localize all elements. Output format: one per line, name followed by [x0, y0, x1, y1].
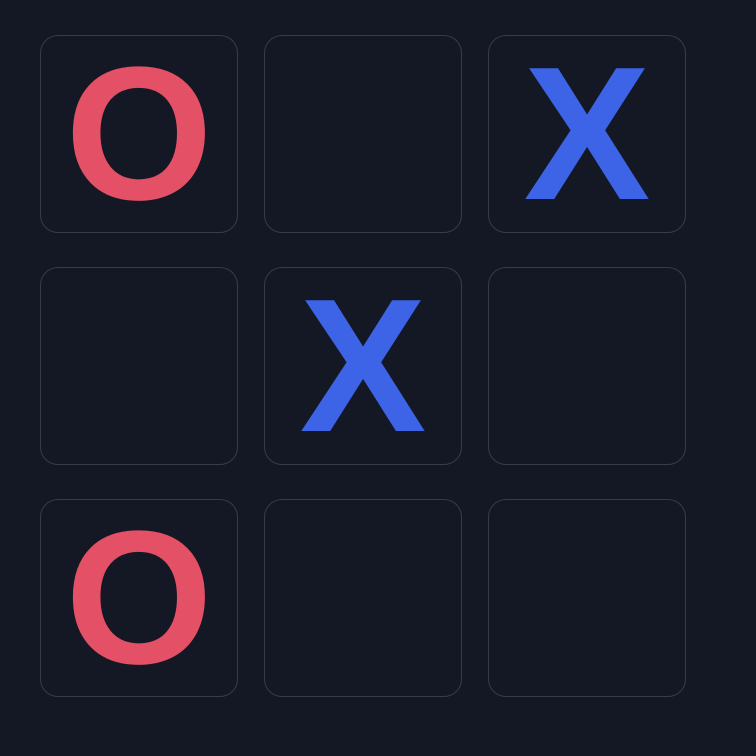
board-cell-r2c3[interactable]	[488, 267, 686, 465]
board-cell-r3c2[interactable]	[264, 499, 462, 697]
board-cell-r1c1[interactable]: O	[40, 35, 238, 233]
game-board: O X X O	[40, 35, 686, 697]
o-mark: O	[65, 492, 213, 704]
board-cell-r2c1[interactable]	[40, 267, 238, 465]
board-cell-r1c3[interactable]: X	[488, 35, 686, 233]
x-mark: X	[523, 28, 651, 240]
board-cell-r1c2[interactable]	[264, 35, 462, 233]
o-mark: O	[65, 28, 213, 240]
board-cell-r3c1[interactable]: O	[40, 499, 238, 697]
x-mark: X	[299, 260, 427, 472]
board-cell-r2c2[interactable]: X	[264, 267, 462, 465]
board-cell-r3c3[interactable]	[488, 499, 686, 697]
